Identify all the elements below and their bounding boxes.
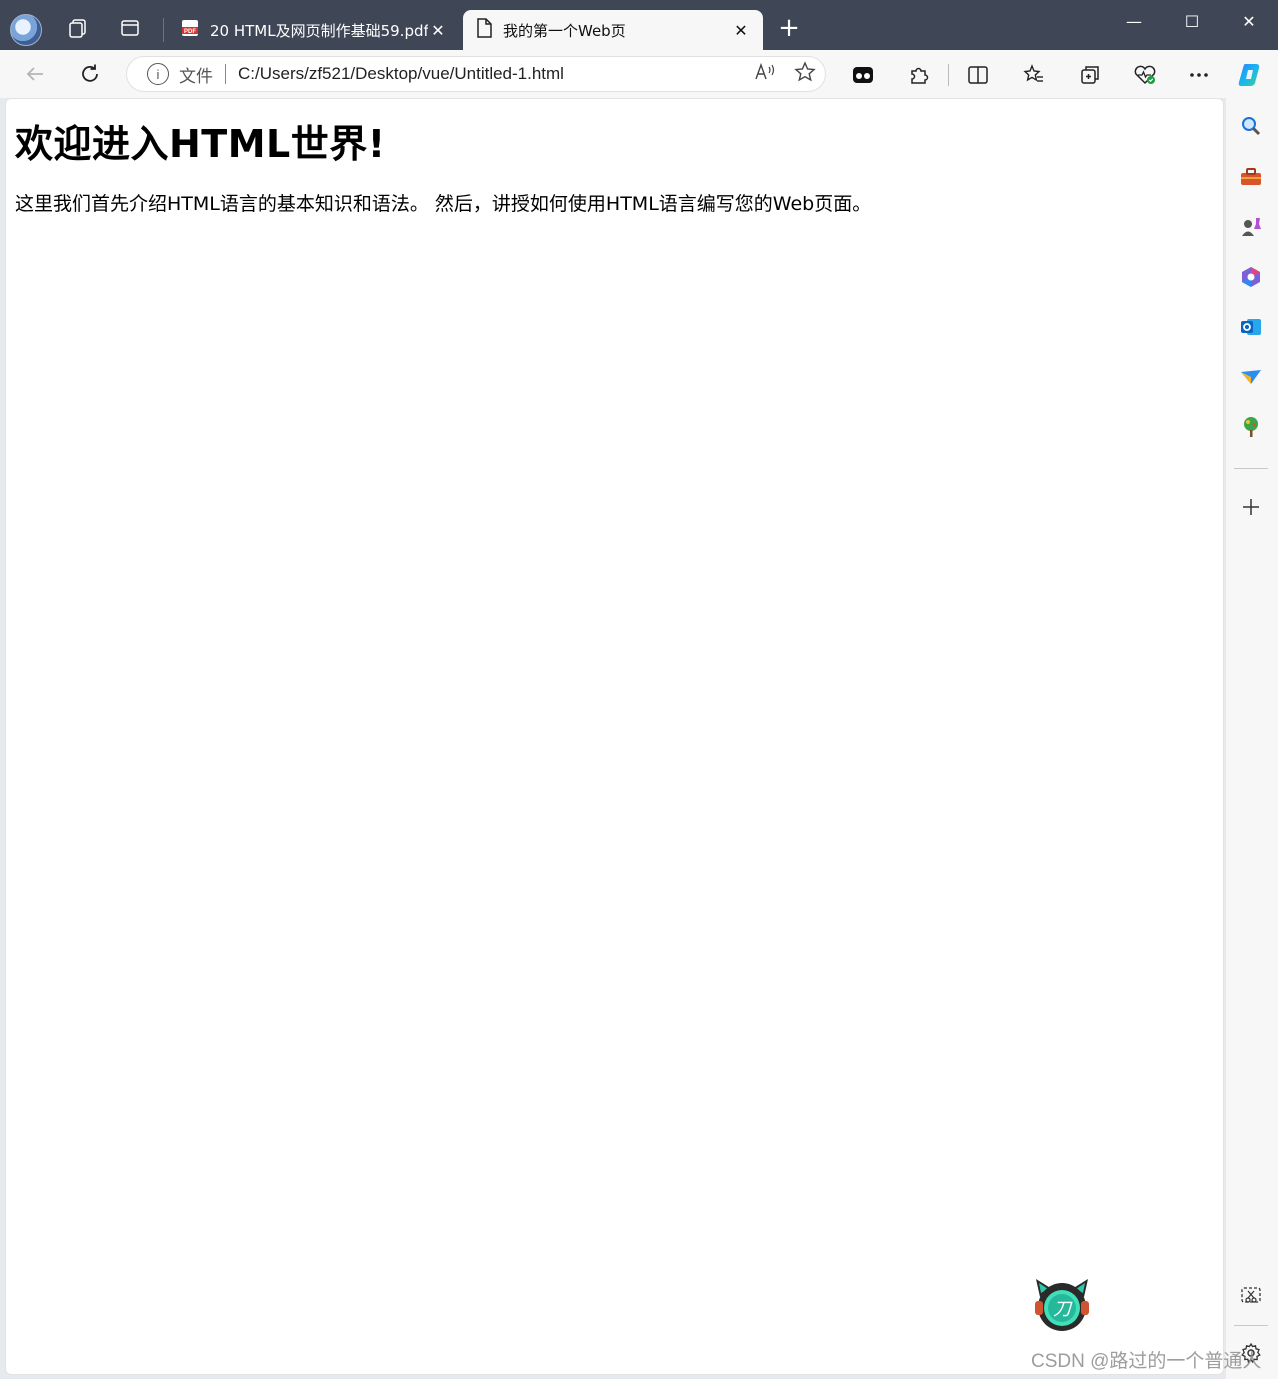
page-icon bbox=[475, 18, 493, 42]
new-tab-button[interactable]: + bbox=[771, 10, 807, 46]
maximize-button[interactable]: ☐ bbox=[1170, 6, 1214, 36]
favorites-icon[interactable] bbox=[1019, 60, 1049, 90]
outlook-icon[interactable] bbox=[1238, 314, 1264, 340]
address-divider bbox=[225, 64, 226, 84]
vertical-tabs-icon[interactable] bbox=[112, 10, 148, 46]
minimize-button[interactable]: — bbox=[1112, 6, 1156, 36]
tab-active-webpage[interactable]: 我的第一个Web页 ✕ bbox=[463, 10, 763, 50]
add-sidebar-app-icon[interactable] bbox=[1238, 494, 1264, 520]
tab-groups-icon[interactable] bbox=[848, 60, 878, 90]
send-icon[interactable] bbox=[1238, 364, 1264, 390]
drop-tree-icon[interactable] bbox=[1238, 414, 1264, 440]
tools-icon[interactable] bbox=[1238, 164, 1264, 190]
read-aloud-icon[interactable] bbox=[745, 62, 785, 87]
collections-icon[interactable] bbox=[1075, 60, 1105, 90]
tab-title: 我的第一个Web页 bbox=[503, 21, 626, 40]
pdf-icon: PDF bbox=[180, 18, 200, 42]
toolbar-separator bbox=[948, 64, 949, 86]
split-screen-icon[interactable] bbox=[963, 60, 993, 90]
svg-text:PDF: PDF bbox=[184, 29, 196, 35]
refresh-button[interactable] bbox=[74, 58, 106, 90]
close-tab-icon[interactable]: ✕ bbox=[428, 21, 448, 40]
favorite-star-icon[interactable] bbox=[785, 60, 825, 88]
profile-avatar[interactable] bbox=[10, 14, 42, 46]
svg-text:刀: 刀 bbox=[1053, 1299, 1073, 1320]
workspaces-icon[interactable] bbox=[60, 10, 96, 46]
scheme-label: 文件 bbox=[179, 66, 213, 86]
site-info-icon[interactable]: i bbox=[147, 63, 169, 85]
sidebar-divider bbox=[1234, 468, 1268, 469]
close-window-button[interactable]: ✕ bbox=[1227, 6, 1271, 36]
title-bar: PDF 20 HTML及网页制作基础59.pdf ✕ 我的第一个Web页 ✕ +… bbox=[0, 0, 1278, 50]
watermark-text: CSDN @路过的一个普通人 bbox=[1031, 1351, 1262, 1372]
tab-title: 20 HTML及网页制作基础59.pdf bbox=[210, 21, 428, 40]
microsoft-365-icon[interactable] bbox=[1238, 264, 1264, 290]
page-heading: 欢迎进入HTML世界! bbox=[15, 122, 386, 166]
page-paragraph: 这里我们首先介绍HTML语言的基本知识和语法。 然后，讲授如何使用HTML语言编… bbox=[15, 193, 872, 215]
sidebar-divider bbox=[1234, 1325, 1268, 1326]
mascot-avatar-icon[interactable]: 刀 bbox=[1032, 1275, 1092, 1333]
search-icon[interactable] bbox=[1238, 113, 1264, 139]
tab-pdf[interactable]: PDF 20 HTML及网页制作基础59.pdf ✕ bbox=[168, 10, 460, 50]
more-options-icon[interactable] bbox=[1184, 60, 1214, 90]
copilot-icon[interactable] bbox=[1236, 60, 1266, 90]
extensions-icon[interactable] bbox=[904, 60, 934, 90]
edge-sidebar bbox=[1226, 98, 1278, 1379]
page-viewport: 欢迎进入HTML世界! 这里我们首先介绍HTML语言的基本知识和语法。 然后，讲… bbox=[5, 98, 1224, 1375]
back-button[interactable] bbox=[19, 58, 51, 90]
url-text[interactable]: C:/Users/zf521/Desktop/vue/Untitled-1.ht… bbox=[238, 64, 745, 84]
browser-essentials-icon[interactable] bbox=[1130, 60, 1160, 90]
close-tab-icon[interactable]: ✕ bbox=[731, 21, 751, 40]
screenshot-icon[interactable] bbox=[1238, 1283, 1264, 1309]
games-icon[interactable] bbox=[1238, 214, 1264, 240]
address-bar[interactable]: i 文件 C:/Users/zf521/Desktop/vue/Untitled… bbox=[126, 56, 826, 92]
tab-separator bbox=[163, 18, 164, 42]
